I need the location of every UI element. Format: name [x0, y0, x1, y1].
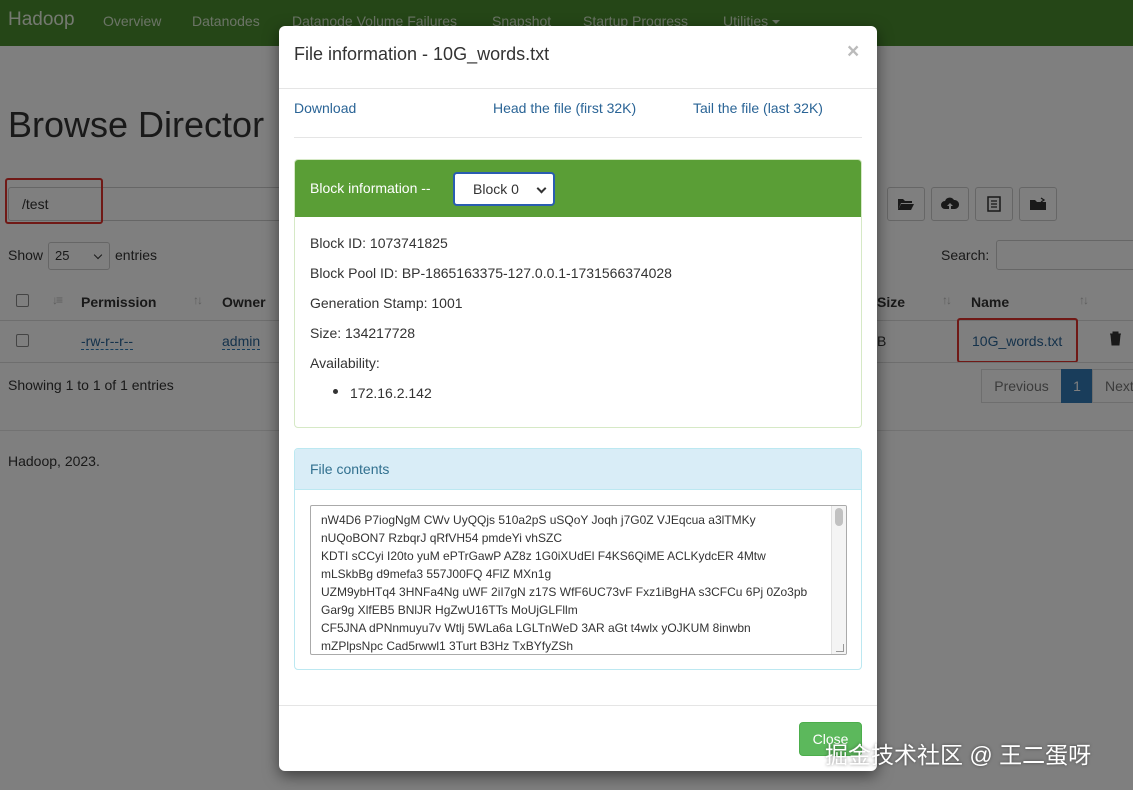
modal-title: File information - 10G_words.txt [294, 44, 550, 64]
modal-header-divider [279, 88, 877, 89]
scrollbar-thumb[interactable] [835, 508, 843, 526]
content-line: mLSkbBg d9mefa3 557J00FQ 4FlZ MXn1g [321, 567, 552, 581]
file-info-modal: File information - 10G_words.txt × Downl… [279, 26, 877, 771]
links-divider [294, 137, 862, 138]
download-link[interactable]: Download [294, 100, 356, 116]
file-contents-panel: File contents nW4D6 P7iogNgM CWv UyQQjs … [294, 448, 862, 670]
content-line: mZPlpsNpc Cad5rwwl1 3Turt B3Hz TxBYfyZSh [321, 639, 574, 653]
availability-host: 172.16.2.142 [350, 385, 432, 401]
content-line: UZM9ybHTq4 3HNFa4Ng uWF 2iI7gN z17S WfF6… [321, 585, 808, 599]
resize-grip-icon[interactable] [836, 644, 844, 652]
close-icon[interactable]: × [847, 40, 859, 64]
file-contents-label: File contents [310, 461, 390, 477]
content-line: Gar9g XlfEB5 BNlJR HgZwU16TTs MoUjGLFllm [321, 603, 578, 617]
textarea-scrollbar[interactable] [831, 506, 846, 654]
content-line: nUQoBON7 RzbqrJ qRfVH54 pmdeYi vhSZC [321, 531, 562, 545]
content-line: CF5JNA dPNnmuyu7v Wtlj 5WLa6a LGLTnWeD 3… [321, 621, 751, 635]
modal-footer-divider [279, 705, 877, 706]
block-info-panel: Block information -- Block 0 Block ID: 1… [294, 159, 862, 428]
block-info-heading: Block information -- Block 0 [295, 160, 861, 217]
content-line: nW4D6 P7iogNgM CWv UyQQjs 510a2pS uSQoY … [321, 513, 756, 527]
generation-stamp: Generation Stamp: 1001 [310, 295, 463, 311]
availability-label: Availability: [310, 355, 380, 371]
content-line: KDTI sCCyi I20to yuM ePTrGawP AZ8z 1G0iX… [321, 549, 766, 563]
chevron-down-icon [536, 183, 547, 194]
tail-file-link[interactable]: Tail the file (last 32K) [693, 100, 823, 116]
block-select-value: Block 0 [473, 181, 519, 197]
watermark: 掘金技术社区 @ 王二蛋呀 [825, 742, 1092, 768]
file-contents-heading: File contents [295, 449, 861, 490]
block-pool-id: Block Pool ID: BP-1865163375-127.0.0.1-1… [310, 265, 672, 281]
block-select[interactable]: Block 0 [453, 172, 555, 206]
bullet-icon [333, 389, 338, 394]
block-id: Block ID: 1073741825 [310, 235, 448, 251]
block-info-label: Block information -- [310, 180, 431, 196]
head-file-link[interactable]: Head the file (first 32K) [493, 100, 636, 116]
file-contents-textarea[interactable]: nW4D6 P7iogNgM CWv UyQQjs 510a2pS uSQoY … [310, 505, 847, 655]
block-size: Size: 134217728 [310, 325, 416, 341]
